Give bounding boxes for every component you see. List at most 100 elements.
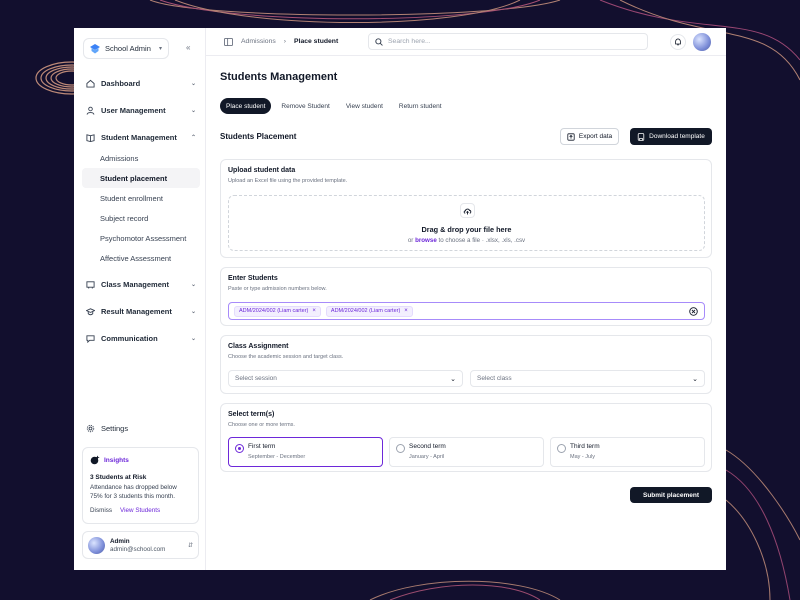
chevron-up-down-icon: ⇵ [187, 542, 193, 549]
term-option-second[interactable]: Second term January - April [389, 437, 544, 467]
chevron-down-icon: ⌄ [190, 107, 196, 114]
dismiss-link[interactable]: Dismiss [90, 507, 112, 514]
topbar: Admissions › Place student Search here..… [206, 28, 726, 56]
sidebar-subitem-admissions[interactable]: Admissions [82, 148, 200, 168]
select-terms-card: Select term(s) Choose one or more terms.… [220, 403, 712, 472]
avatar[interactable] [693, 33, 711, 51]
sidebar-item-dashboard[interactable]: Dashboard ⌄ [82, 72, 200, 94]
book-icon [86, 133, 95, 142]
term-dates: May - July [570, 454, 596, 460]
search-icon [375, 37, 383, 46]
school-name: School Admin [105, 44, 151, 53]
user-icon [86, 106, 95, 115]
term-option-third[interactable]: Third term May - July [550, 437, 705, 467]
admission-number-input[interactable]: ADM/2024/002 (Liam carter) × ADM/2024/00… [228, 302, 705, 320]
class-assignment-card: Class Assignment Choose the academic ses… [220, 335, 712, 394]
breadcrumb-admissions[interactable]: Admissions [241, 38, 276, 45]
sidebar-item-label: Student Management [101, 132, 177, 142]
sidebar-item-label: User Management [101, 105, 166, 115]
file-dropzone[interactable]: Drag & drop your file here or browse to … [228, 195, 705, 251]
students-subtitle: Paste or type admission numbers below. [228, 286, 327, 292]
sidebar-item-class-management[interactable]: Class Management ⌄ [82, 273, 200, 295]
term-name: Third term [570, 443, 600, 450]
class-assignment-subtitle: Choose the academic session and target c… [228, 354, 344, 360]
session-select[interactable]: Select session ⌄ [228, 370, 463, 387]
download-template-label: Download template [649, 133, 705, 140]
sidebar-item-student-management[interactable]: Student Management ⌃ [82, 126, 200, 148]
view-students-link[interactable]: View Students [120, 507, 160, 514]
upload-card: Upload student data Upload an Excel file… [220, 159, 712, 258]
chat-icon [86, 334, 95, 343]
chevron-down-icon: ⌄ [450, 375, 456, 383]
notifications-button[interactable] [670, 34, 686, 50]
page-title: Students Management [220, 71, 338, 83]
radio-unselected [557, 444, 566, 453]
class-assignment-title: Class Assignment [228, 343, 289, 350]
sidebar-subitem-psychomotor-assessment[interactable]: Psychomotor Assessment [82, 228, 200, 248]
sidebar-subitem-subject-record[interactable]: Subject record [82, 208, 200, 228]
insight-card: Insights 3 Students at Risk Attendance h… [82, 447, 199, 524]
sidebar-item-communication[interactable]: Communication ⌄ [82, 327, 200, 349]
search-input[interactable]: Search here... [368, 33, 648, 50]
collapse-sidebar-icon[interactable]: « [186, 43, 190, 52]
sidebar-subitem-affective-assessment[interactable]: Affective Assessment [82, 248, 200, 268]
terms-title: Select term(s) [228, 411, 275, 418]
breadcrumb: Admissions › Place student [224, 37, 339, 46]
sidebar-item-settings[interactable]: Settings [86, 424, 128, 433]
graduation-cap-icon [86, 307, 95, 315]
terms-subtitle: Choose one or more terms. [228, 422, 295, 428]
export-data-button[interactable]: Export data [560, 128, 619, 145]
upload-cloud-icon [460, 203, 475, 218]
user-email: admin@school.com [110, 545, 166, 553]
chevron-down-icon: ⌄ [692, 375, 698, 383]
app-window: School Admin ▾ « Dashboard ⌄ User Manage… [74, 28, 726, 570]
user-menu[interactable]: Admin admin@school.com ⇵ [82, 531, 199, 559]
chevron-down-icon: ⌄ [190, 281, 196, 288]
sidebar-item-user-management[interactable]: User Management ⌄ [82, 99, 200, 121]
term-name: Second term [409, 443, 446, 450]
school-switcher[interactable]: School Admin ▾ [83, 38, 169, 59]
user-name: Admin [110, 537, 130, 545]
tab-return-student[interactable]: Return student [393, 98, 448, 114]
tab-place-student[interactable]: Place student [220, 98, 272, 114]
chevron-down-icon: ⌄ [190, 308, 196, 315]
sidebar-item-result-management[interactable]: Result Management ⌄ [82, 300, 200, 322]
settings-label: Settings [101, 424, 129, 433]
sidebar-subitem-student-enrollment[interactable]: Student enrollment [82, 188, 200, 208]
chip-label: ADM/2024/002 (Liam carter) [239, 308, 309, 314]
sidebar-subitem-student-placement[interactable]: Student placement [82, 168, 200, 188]
session-placeholder: Select session [235, 375, 277, 382]
browse-link[interactable]: browse [415, 237, 437, 244]
sidebar-item-label: Result Management [101, 306, 172, 316]
sidebar-item-label: Class Management [101, 279, 169, 289]
remove-chip-icon[interactable]: × [404, 308, 408, 314]
term-option-first[interactable]: First term September - December [228, 437, 383, 467]
bell-icon [675, 38, 681, 46]
sidebar: School Admin ▾ « Dashboard ⌄ User Manage… [74, 28, 206, 570]
school-logo-icon [90, 43, 100, 53]
term-name: First term [248, 443, 276, 450]
drop-title: Drag & drop your file here [421, 225, 512, 234]
tab-remove-student[interactable]: Remove Student [275, 98, 335, 114]
template-icon [637, 132, 645, 141]
remove-chip-icon[interactable]: × [312, 308, 316, 314]
breadcrumb-current: Place student [294, 38, 339, 45]
student-chip: ADM/2024/002 (Liam carter) × [234, 305, 321, 317]
home-icon [86, 79, 95, 88]
clear-input-icon[interactable] [689, 307, 698, 316]
chevron-up-icon: ⌃ [190, 134, 196, 141]
tab-view-student[interactable]: View student [340, 98, 389, 114]
class-select[interactable]: Select class ⌄ [470, 370, 705, 387]
chevron-down-icon: ▾ [158, 46, 162, 52]
upload-subtitle: Upload an Excel file using the provided … [228, 178, 348, 184]
export-icon [567, 132, 575, 141]
sidebar-item-label: Communication [101, 333, 158, 343]
search-placeholder: Search here... [388, 38, 431, 45]
submit-placement-button[interactable]: Submit placement [630, 487, 712, 503]
sidebar-toggle-icon[interactable] [224, 37, 233, 46]
class-placeholder: Select class [477, 375, 512, 382]
drop-hint: to choose a file · .xlsx, .xls, .csv [438, 237, 526, 244]
term-dates: January - April [409, 454, 445, 460]
avatar [88, 536, 105, 554]
download-template-button[interactable]: Download template [630, 128, 712, 145]
